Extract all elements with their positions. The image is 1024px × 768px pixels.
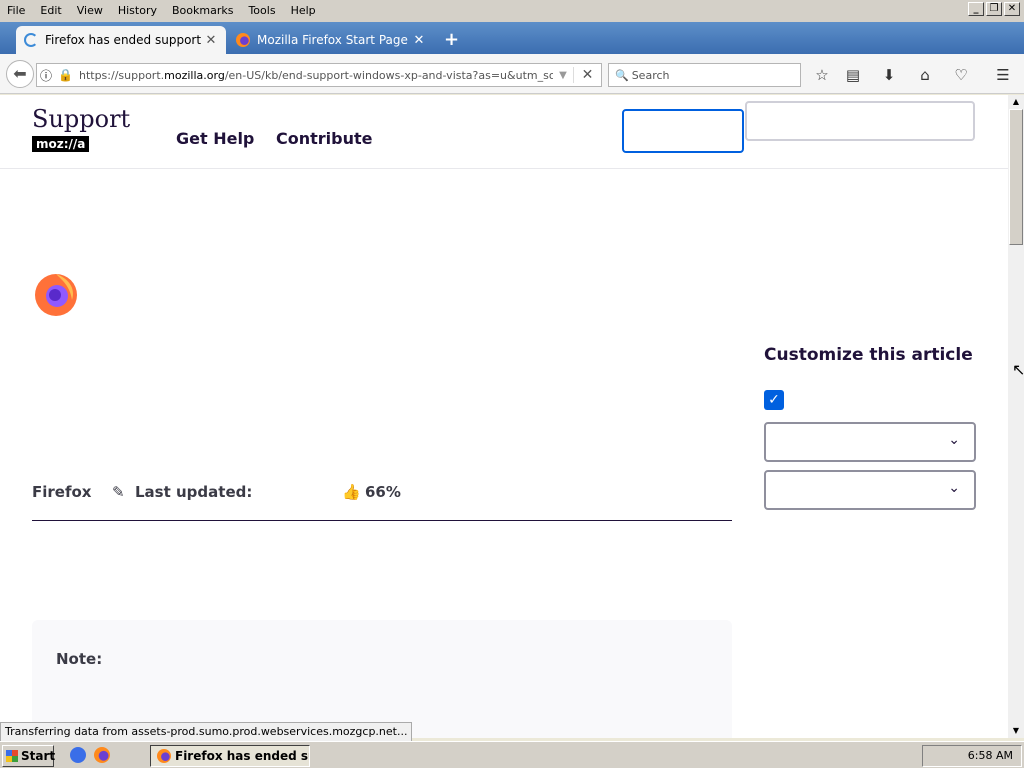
thumbs-up-icon: 👍 <box>342 483 361 501</box>
menu-bookmarks[interactable]: Bookmarks <box>165 1 241 21</box>
tab-strip: Firefox has ended support fo... ✕ Mozill… <box>0 22 1024 54</box>
system-tray: 6:58 AM <box>922 745 1022 767</box>
menu-hamburger-icon[interactable]: ☰ <box>992 64 1014 86</box>
home-icon[interactable]: ⌂ <box>914 64 936 86</box>
firefox-icon <box>157 749 171 763</box>
menu-file[interactable]: File <box>0 1 33 21</box>
clock[interactable]: 6:58 AM <box>968 749 1013 762</box>
menu-tools[interactable]: Tools <box>241 1 283 21</box>
helpful-percent: 66% <box>365 483 401 501</box>
os-select[interactable]: ⌄ <box>764 422 976 462</box>
menu-help[interactable]: Help <box>284 1 324 21</box>
window-controls: _ ❐ ✕ <box>968 2 1020 16</box>
close-window-button[interactable]: ✕ <box>1004 2 1020 16</box>
tab-inactive[interactable]: Mozilla Firefox Start Page ✕ <box>228 26 434 54</box>
chevron-down-icon: ⌄ <box>948 480 960 496</box>
mozilla-wordmark[interactable]: moz://a <box>32 136 90 152</box>
scroll-up-arrow[interactable]: ▲ <box>1008 95 1024 109</box>
menu-history[interactable]: History <box>111 1 165 21</box>
start-label: Start <box>21 749 56 763</box>
version-select[interactable]: ⌄ <box>764 470 976 510</box>
navigation-toolbar: ⬅ ⓘ 🔒 https://support.mozilla.org/en-US/… <box>0 54 1024 94</box>
search-input[interactable]: 🔍 Search <box>608 63 801 87</box>
firefox-logo-icon <box>35 274 77 316</box>
url-bar[interactable]: ⓘ 🔒 https://support.mozilla.org/en-US/kb… <box>36 63 602 87</box>
taskbar-window-button[interactable]: Firefox has ended sup... <box>150 745 310 767</box>
ie-quicklaunch-icon[interactable] <box>70 747 86 763</box>
tab-active[interactable]: Firefox has ended support fo... ✕ <box>16 26 226 54</box>
start-button[interactable]: Start <box>2 745 56 767</box>
header-search-field[interactable] <box>745 101 975 141</box>
firefox-quicklaunch-icon[interactable] <box>94 747 110 763</box>
chevron-down-icon: ⌄ <box>948 432 960 448</box>
header-button-focused[interactable] <box>622 109 744 153</box>
menu-bar: File Edit View History Bookmarks Tools H… <box>0 0 1024 22</box>
close-tab-icon[interactable]: ✕ <box>204 33 218 48</box>
customize-checkbox[interactable]: ✓ <box>764 390 784 410</box>
sidebar-title: Customize this article <box>764 345 973 365</box>
nav-get-help[interactable]: Get Help <box>176 129 254 148</box>
search-icon: 🔍 <box>615 68 629 82</box>
web-page: Support moz://a Get Help Contribute Fire… <box>0 95 1008 738</box>
minimize-button[interactable]: _ <box>968 2 984 16</box>
back-button[interactable]: ⬅ <box>6 60 34 88</box>
tab-label: Firefox has ended support fo... <box>45 33 204 47</box>
new-tab-button[interactable]: + <box>444 29 459 50</box>
loading-spinner-icon <box>24 33 38 47</box>
pencil-icon: ✎ <box>112 483 125 501</box>
mouse-cursor-icon: ↖ <box>1012 360 1024 379</box>
nav-contribute[interactable]: Contribute <box>276 129 373 148</box>
lock-icon: 🔒 <box>58 68 73 82</box>
library-icon[interactable]: ▤ <box>842 64 864 86</box>
divider <box>32 520 732 521</box>
note-box: Note: <box>32 620 732 738</box>
status-bar: Transferring data from assets-prod.sumo.… <box>0 722 413 742</box>
pocket-icon[interactable]: ♡ <box>950 64 972 86</box>
scroll-down-arrow[interactable]: ▼ <box>1008 724 1024 738</box>
info-icon[interactable]: ⓘ <box>40 67 52 84</box>
windows-logo-icon <box>6 750 18 762</box>
search-placeholder: Search <box>631 68 670 82</box>
bookmark-star-icon[interactable]: ☆ <box>811 64 833 86</box>
site-logo[interactable]: Support <box>32 105 130 133</box>
restore-button[interactable]: ❐ <box>986 2 1002 16</box>
product-label[interactable]: Firefox <box>32 483 91 501</box>
last-updated-label: Last updated: <box>135 483 253 501</box>
menu-edit[interactable]: Edit <box>33 1 69 21</box>
scrollbar[interactable]: ▲ ▼ <box>1008 95 1024 738</box>
menu-view[interactable]: View <box>70 1 111 21</box>
close-tab-icon[interactable]: ✕ <box>412 33 426 48</box>
site-header: Support moz://a Get Help Contribute <box>0 95 1008 169</box>
downloads-icon[interactable]: ⬇ <box>878 64 900 86</box>
firefox-favicon-icon <box>236 33 250 47</box>
url-text[interactable]: https://support.mozilla.org/en-US/kb/end… <box>76 69 553 82</box>
article-meta: Firefox ✎ Last updated: 👍 66% <box>32 483 732 507</box>
url-dropdown-icon[interactable]: ▼ <box>553 70 573 81</box>
task-label: Firefox has ended sup... <box>175 749 309 763</box>
note-label: Note: <box>56 650 103 668</box>
scroll-thumb[interactable] <box>1009 109 1023 245</box>
tab-label: Mozilla Firefox Start Page <box>257 33 408 47</box>
stop-icon[interactable]: ✕ <box>573 67 601 83</box>
taskbar: Start Firefox has ended sup... 6:58 AM <box>0 741 1024 768</box>
